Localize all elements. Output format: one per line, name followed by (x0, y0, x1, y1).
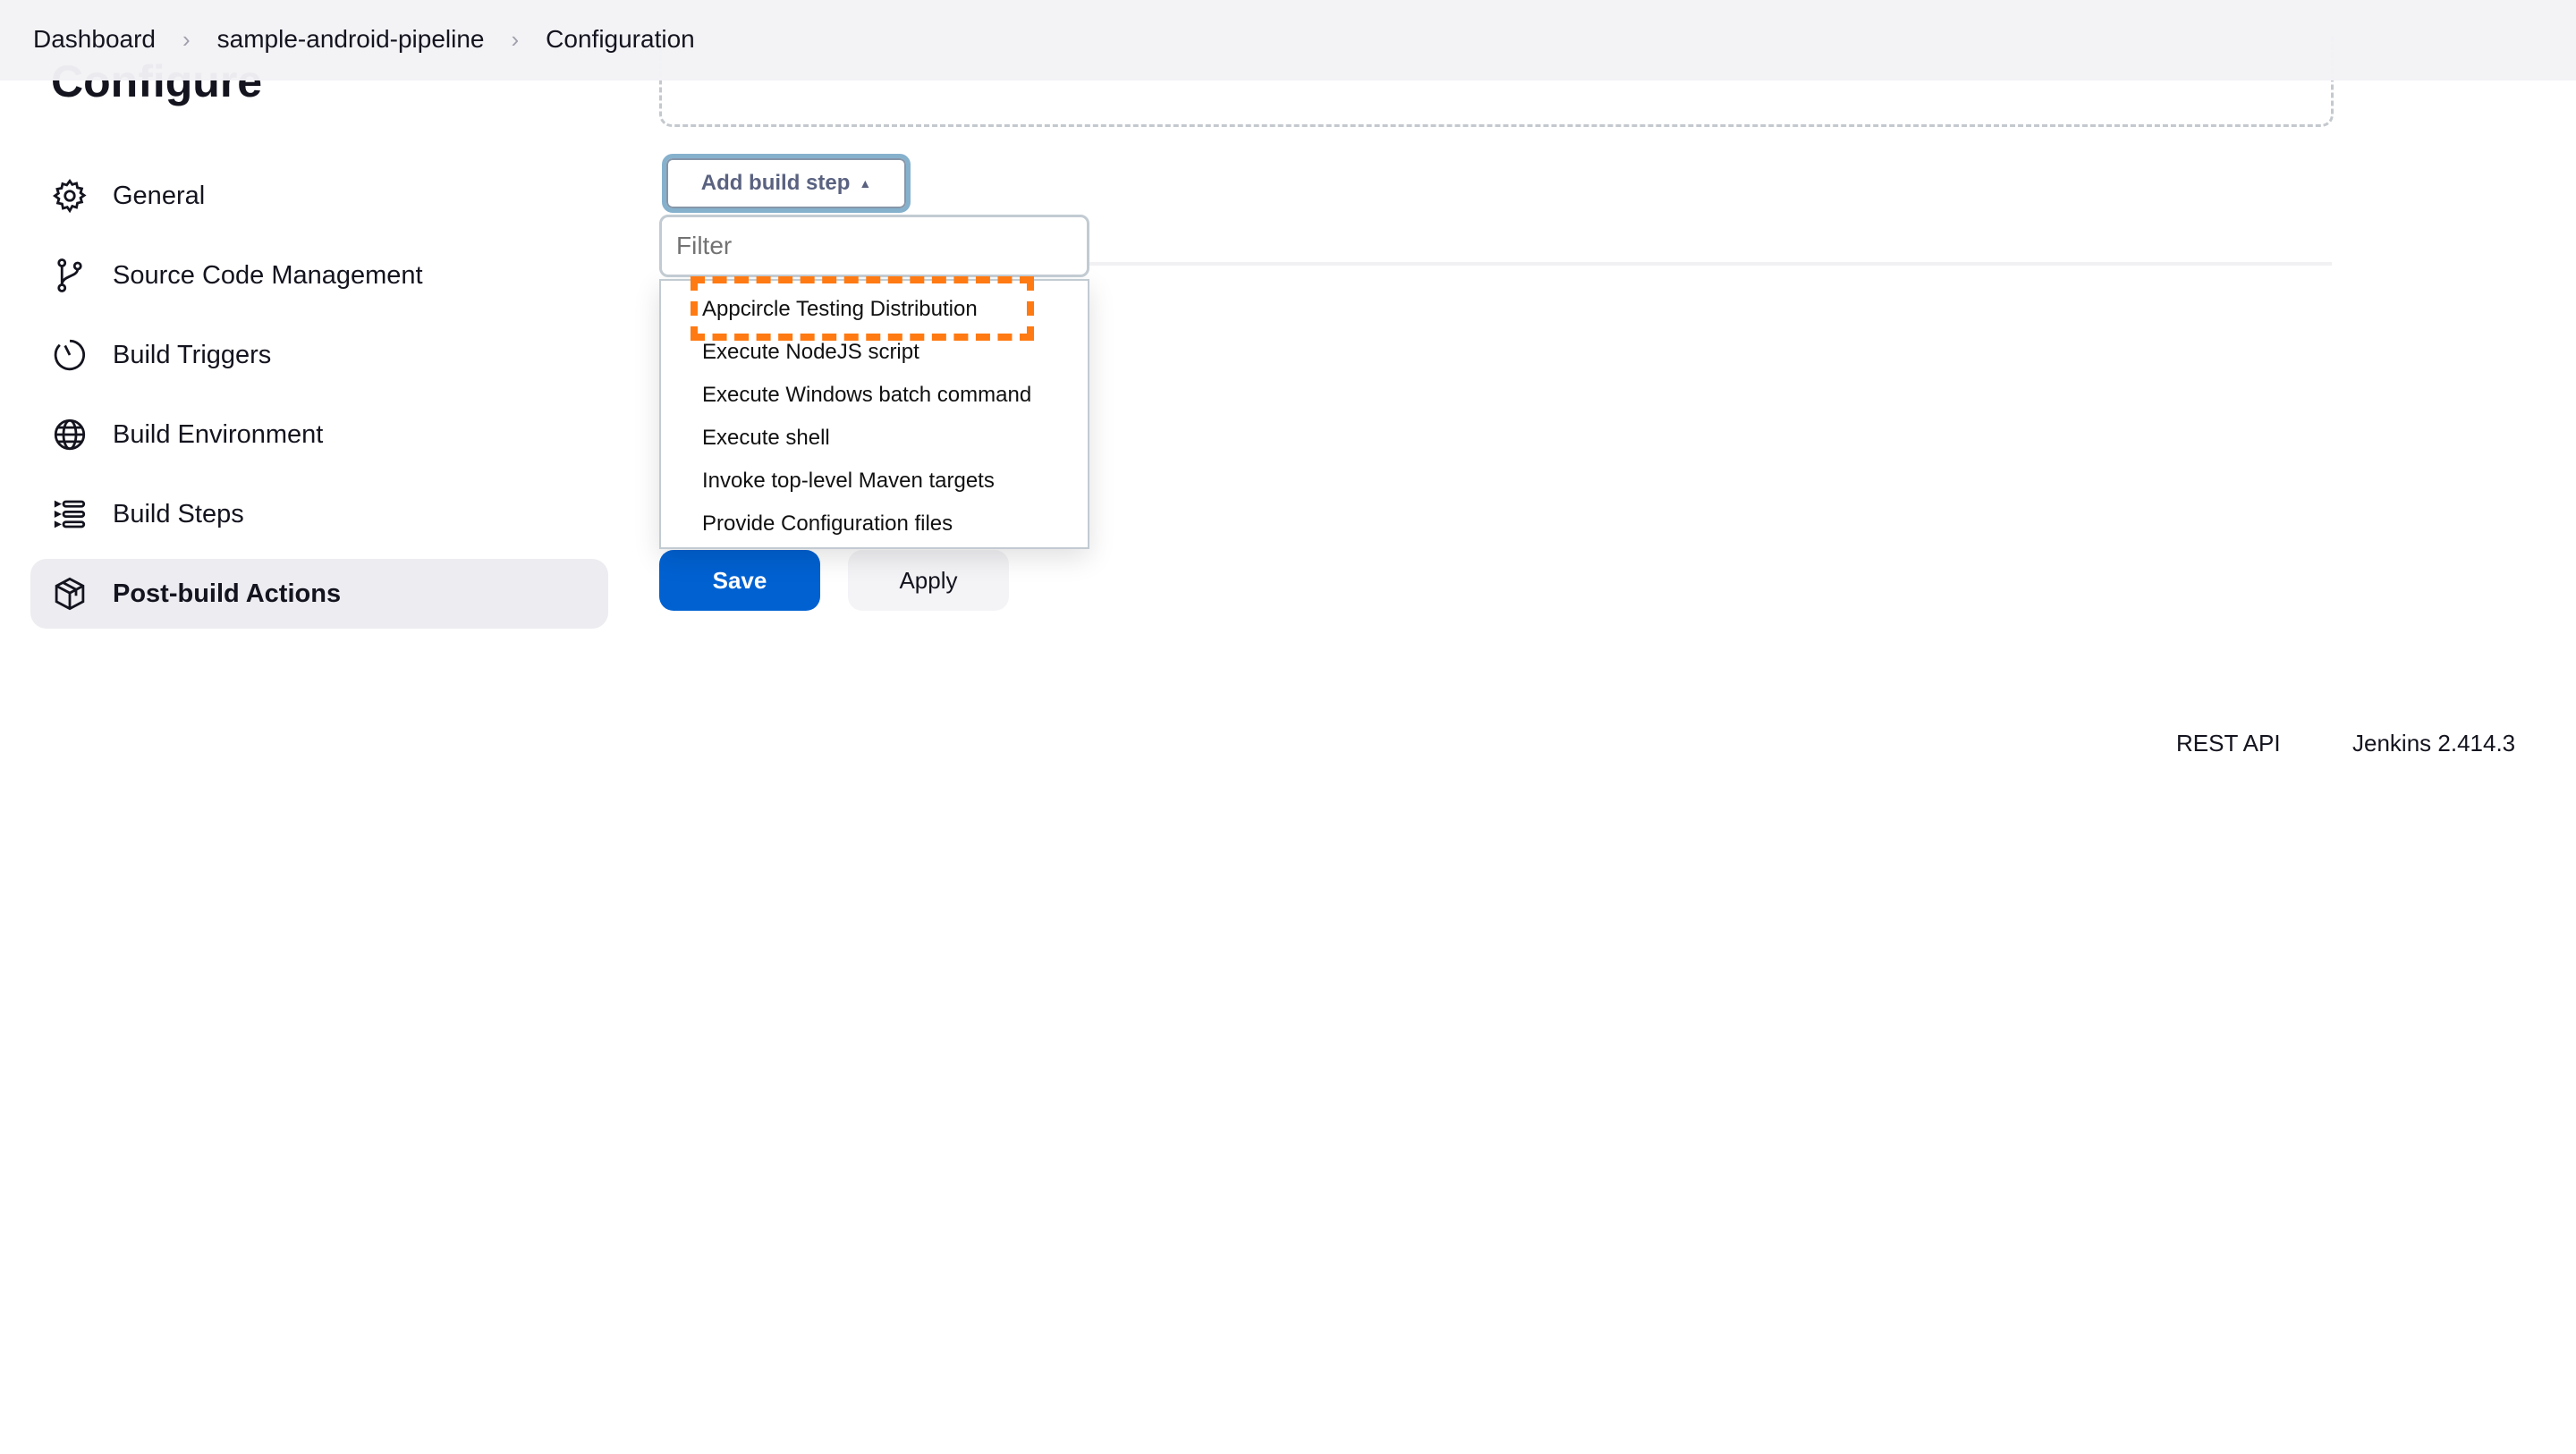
sidebar-item-build-environment[interactable]: Build Environment (30, 400, 608, 469)
sidebar-item-build-steps[interactable]: Build Steps (30, 479, 608, 549)
add-build-step-button[interactable]: Add build step ▲ (662, 154, 911, 213)
config-sidebar: General Source Code Management Build Tri… (30, 161, 608, 638)
dropdown-option-invoke-maven-targets[interactable]: Invoke top-level Maven targets (702, 469, 995, 494)
dropdown-option-execute-shell[interactable]: Execute shell (702, 426, 830, 451)
sidebar-item-post-build-actions[interactable]: Post-build Actions (30, 559, 608, 629)
sidebar-item-label: Build Steps (113, 499, 244, 528)
package-icon (50, 574, 89, 613)
breadcrumb: Dashboard › sample-android-pipeline › Co… (33, 25, 695, 54)
sidebar-item-label: Source Code Management (113, 260, 423, 290)
jenkins-version-link[interactable]: Jenkins 2.414.3 (2352, 730, 2515, 757)
chevron-right-icon: › (511, 25, 520, 53)
apply-button[interactable]: Apply (848, 550, 1009, 611)
timer-icon (50, 335, 89, 375)
sidebar-item-label: General (113, 181, 206, 210)
breadcrumb-dashboard[interactable]: Dashboard (33, 25, 156, 54)
sidebar-item-source-code-management[interactable]: Source Code Management (30, 241, 608, 310)
save-button[interactable]: Save (659, 550, 820, 611)
build-step-dropdown: Appcircle Testing Distribution Execute N… (659, 279, 1089, 549)
list-steps-icon (50, 495, 89, 534)
sidebar-item-general[interactable]: General (30, 161, 608, 231)
gear-icon (50, 176, 89, 216)
filter-input[interactable] (659, 215, 1089, 277)
dropdown-option-execute-nodejs-script[interactable]: Execute NodeJS script (702, 340, 919, 365)
breadcrumb-configuration[interactable]: Configuration (546, 25, 695, 54)
sidebar-item-label: Build Environment (113, 419, 324, 449)
sidebar-item-build-triggers[interactable]: Build Triggers (30, 320, 608, 390)
globe-icon (50, 415, 89, 454)
breadcrumb-project[interactable]: sample-android-pipeline (217, 25, 485, 54)
dropdown-option-provide-configuration-files[interactable]: Provide Configuration files (702, 511, 953, 537)
git-branch-icon (50, 256, 89, 295)
caret-up-icon: ▲ (859, 176, 872, 190)
dropdown-option-execute-windows-batch-command[interactable]: Execute Windows batch command (702, 383, 1031, 408)
section-divider (1089, 262, 2332, 266)
rest-api-link[interactable]: REST API (2176, 730, 2281, 757)
chevron-right-icon: › (182, 25, 191, 53)
breadcrumb-bar: Dashboard › sample-android-pipeline › Co… (0, 0, 2576, 80)
dropdown-option-appcircle-testing-distribution[interactable]: Appcircle Testing Distribution (702, 297, 978, 322)
sidebar-item-label: Post-build Actions (113, 579, 342, 608)
add-build-step-label: Add build step (700, 171, 851, 195)
sidebar-item-label: Build Triggers (113, 340, 272, 369)
